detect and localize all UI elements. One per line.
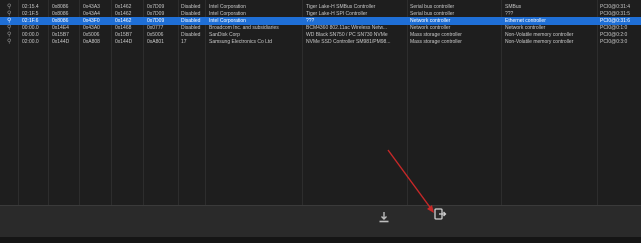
cell-sub-vendor: 0x144D [115, 39, 133, 45]
export-button[interactable] [433, 207, 447, 221]
table-row[interactable]: ⚲ 02:00.0 0x144D 0xA808 0x144D 0xA801 17 Samsun… [0, 38, 641, 46]
cell-slot: PCI0@0:3:0 [600, 39, 628, 45]
search-icon: ⚲ [7, 39, 12, 45]
export-icon [434, 208, 447, 220]
cell-vendor-id: 0x144D [52, 39, 70, 45]
cell-link: 17 [181, 39, 187, 45]
cell-vendor: Samsung Electronics Co Ltd [209, 39, 273, 45]
cell-class: Mass storage controller [410, 39, 462, 45]
cell-device: NVMe SSD Controller SM981/PM98... [306, 39, 391, 45]
cell-sub-device: 0xA801 [147, 39, 164, 45]
download-button[interactable] [377, 210, 391, 224]
status-footer [0, 237, 641, 243]
cell-device-id: 0xA808 [83, 39, 100, 45]
bottom-toolbar [0, 205, 641, 238]
cell-subclass: Non-Volatile memory controller [505, 39, 574, 45]
cell-loc: 02:00.0 [22, 39, 39, 45]
download-icon [379, 212, 389, 223]
